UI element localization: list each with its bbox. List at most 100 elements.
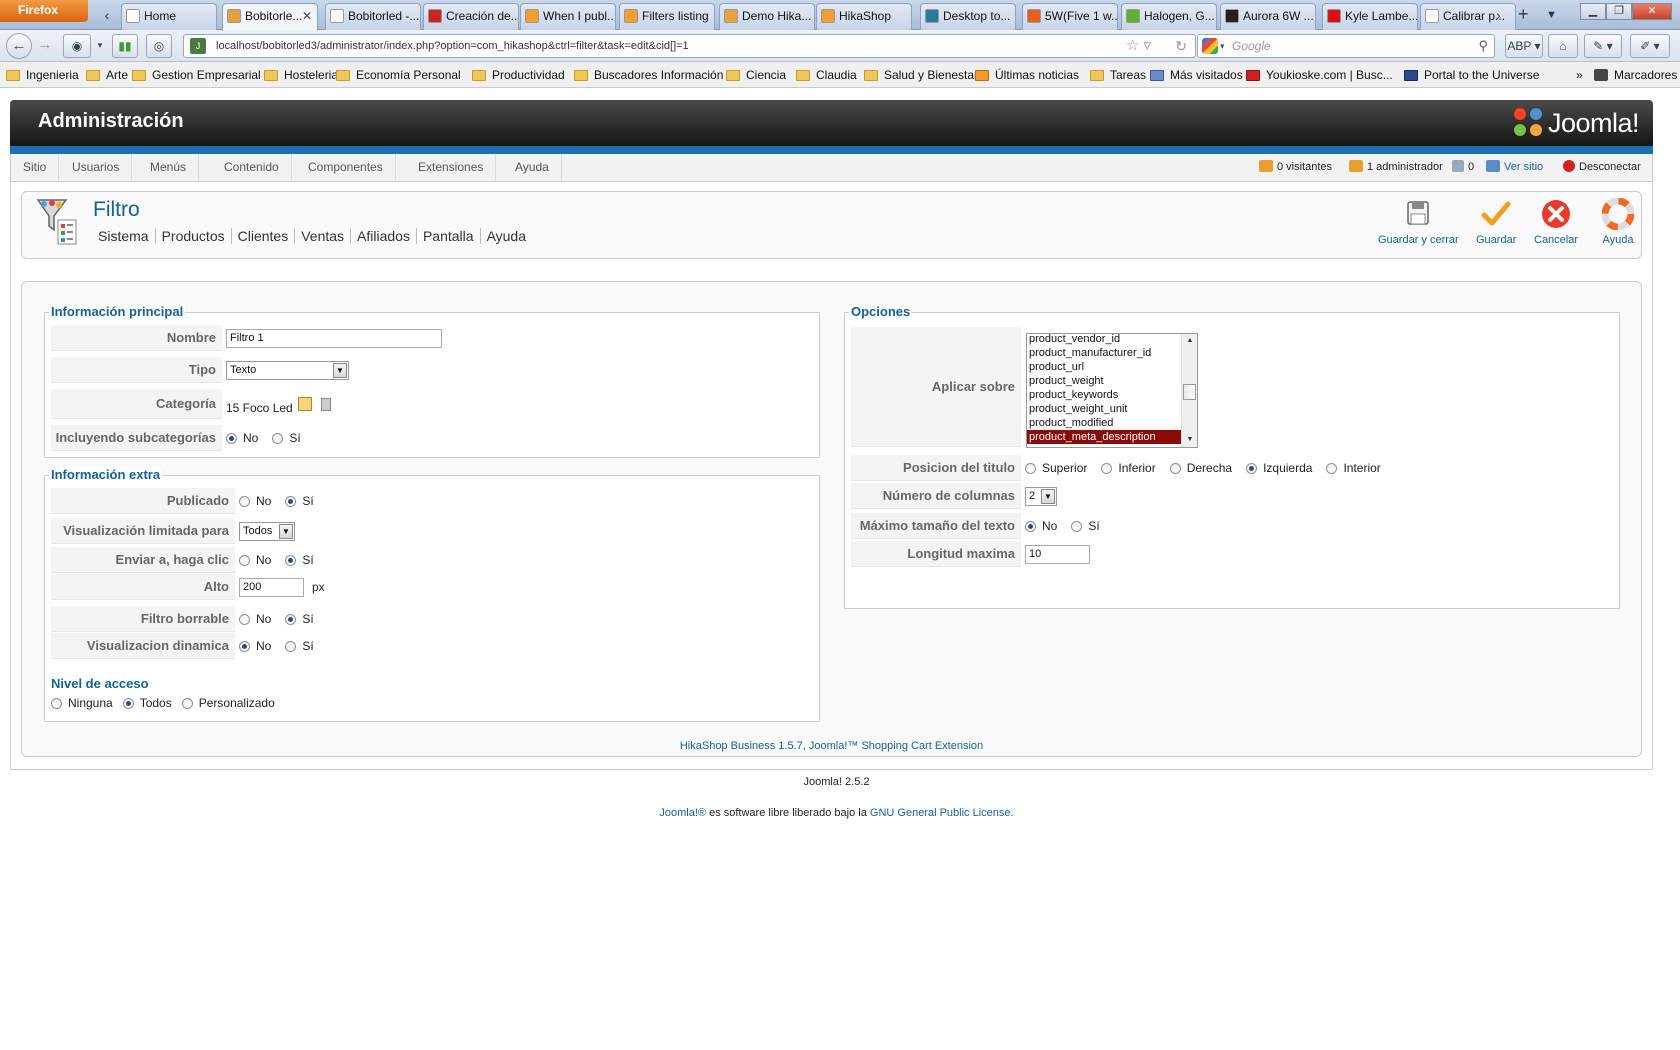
google-icon[interactable] — [1202, 38, 1218, 54]
send-yes-label[interactable]: Sí — [302, 553, 313, 567]
published-no-label[interactable]: No — [256, 494, 271, 508]
list-all-tabs-icon[interactable]: ▼ — [1546, 4, 1557, 26]
new-tab-button[interactable]: + — [1518, 3, 1529, 25]
pos-superior-radio[interactable] — [1025, 462, 1036, 474]
send-yes-radio[interactable] — [285, 554, 297, 566]
max-size-yes-radio[interactable] — [1071, 520, 1083, 532]
limited-select[interactable]: Todos ▼ — [239, 521, 295, 541]
screenshot-icon[interactable]: ◎ — [146, 34, 172, 58]
max-size-no-radio[interactable] — [1025, 520, 1036, 532]
listbox-option[interactable]: product_weight — [1027, 374, 1182, 388]
bookmark-item[interactable]: Buscadores Información — [574, 62, 723, 88]
pos-interior-radio[interactable] — [1326, 462, 1338, 474]
listbox-option[interactable]: product_meta_description — [1027, 430, 1182, 444]
forward-button[interactable]: → — [32, 33, 58, 59]
bookmark-item[interactable]: Gestion Empresarial — [132, 62, 261, 88]
deletable-no-radio[interactable] — [239, 613, 250, 625]
search-input[interactable]: Google — [1232, 35, 1271, 57]
listbox-option[interactable]: product_manufacturer_id — [1027, 346, 1182, 360]
bookmark-item[interactable]: Youkioske.com | Busc... — [1246, 62, 1393, 88]
browser-tab[interactable]: Bobitorle... ✕ — [222, 3, 318, 31]
subcategories-no-label[interactable]: No — [243, 431, 258, 445]
cancel-button[interactable]: Cancelar — [1534, 198, 1578, 246]
pos-inferior-label[interactable]: Inferior — [1118, 461, 1155, 475]
browser-tab[interactable]: When I publ... — [520, 3, 616, 30]
bookmarks-menu-button[interactable]: Marcadores — [1594, 62, 1677, 88]
bookmark-item[interactable]: Ciencia — [726, 62, 786, 88]
browser-tab[interactable]: Desktop to... — [920, 3, 1016, 30]
addon-icon[interactable]: ◉ — [63, 34, 91, 58]
window-close-button[interactable]: ✕ — [1632, 3, 1672, 20]
listbox-option[interactable]: product_modified — [1027, 416, 1182, 430]
listbox-option[interactable]: product_weight_unit — [1027, 402, 1182, 416]
view-site-link[interactable]: Ver sitio — [1486, 154, 1543, 181]
dynamic-no-radio[interactable] — [239, 640, 250, 652]
scroll-down-icon[interactable]: ▼ — [1182, 433, 1197, 447]
browser-tab[interactable]: Filters listing — [619, 3, 715, 30]
type-select[interactable]: Texto ▼ — [226, 360, 349, 380]
columns-select[interactable]: 2 ▼ — [1025, 486, 1057, 506]
dynamic-no-label[interactable]: No — [256, 639, 271, 653]
bookmark-item[interactable]: Productividad — [472, 62, 565, 88]
submenu-item[interactable]: Ventas — [295, 228, 352, 244]
messages-status[interactable]: 0 — [1452, 154, 1474, 181]
menu-item[interactable]: Ayuda — [503, 154, 562, 181]
browser-tab[interactable]: Demo Hika... — [719, 3, 815, 30]
url-bar[interactable]: J localhost/bobitorled3/administrator/in… — [183, 34, 1196, 58]
bookmark-item[interactable]: Ingenieria — [6, 62, 79, 88]
browser-tab[interactable]: 5W(Five 1 w... — [1022, 3, 1118, 30]
send-no-radio[interactable] — [239, 554, 250, 566]
save-button[interactable]: Guardar — [1476, 198, 1516, 246]
submenu-item[interactable]: Productos — [156, 228, 232, 244]
published-yes-radio[interactable] — [285, 495, 297, 507]
bookmark-item[interactable]: Hosteleria — [264, 62, 338, 88]
joomla-link[interactable]: Joomla!® — [659, 807, 706, 819]
pos-inferior-radio[interactable] — [1101, 462, 1113, 474]
max-size-no-label[interactable]: No — [1042, 519, 1057, 533]
listbox-option[interactable]: product_vendor_id — [1027, 334, 1182, 346]
help-button[interactable]: Ayuda — [1601, 197, 1635, 246]
access-custom-radio[interactable] — [181, 697, 193, 709]
access-all-radio[interactable] — [122, 697, 134, 709]
bookmark-item[interactable]: Claudia — [796, 62, 857, 88]
submenu-item[interactable]: Pantalla — [417, 228, 481, 244]
pos-derecha-radio[interactable] — [1169, 462, 1181, 474]
url-text[interactable]: localhost/bobitorled3/administrator/inde… — [216, 35, 689, 57]
pos-superior-label[interactable]: Superior — [1042, 461, 1087, 475]
save-close-button[interactable]: Guardar y cerrar — [1378, 198, 1459, 246]
listbox-option[interactable]: product_keywords — [1027, 388, 1182, 402]
deletable-no-label[interactable]: No — [256, 612, 271, 626]
submenu-item[interactable]: Ayuda — [481, 228, 532, 244]
browser-tab[interactable]: Aurora 6W ... — [1220, 3, 1316, 30]
reload-icon[interactable]: ↻ — [1175, 35, 1187, 57]
bookmark-star-icon[interactable]: ☆ ▿ — [1126, 35, 1151, 57]
menu-item[interactable]: Menús — [138, 154, 200, 181]
bookmark-item[interactable]: Salud y Bienestar — [864, 62, 978, 88]
submenu-item[interactable]: Clientes — [232, 228, 296, 244]
published-yes-label[interactable]: Sí — [302, 494, 313, 508]
height-input[interactable]: 200 — [239, 577, 304, 597]
submenu-item[interactable]: Afiliados — [351, 228, 417, 244]
menu-item[interactable]: Componentes — [296, 154, 396, 181]
bookmark-item[interactable]: Más visitados — [1150, 62, 1243, 88]
dynamic-yes-label[interactable]: Sí — [302, 639, 313, 653]
menu-item[interactable]: Sitio — [11, 154, 60, 181]
tab-scroll-left-icon[interactable]: ‹ — [97, 4, 117, 26]
submenu-item[interactable]: Sistema — [98, 228, 156, 244]
scroll-up-icon[interactable]: ▲ — [1182, 334, 1197, 348]
name-input[interactable]: Filtro 1 — [226, 328, 442, 348]
deletable-yes-label[interactable]: Sí — [302, 612, 313, 626]
pos-izquierda-label[interactable]: Izquierda — [1263, 461, 1312, 475]
pos-izquierda-radio[interactable] — [1246, 462, 1258, 474]
pos-interior-label[interactable]: Interior — [1343, 461, 1380, 475]
subcategories-yes-radio[interactable] — [272, 432, 284, 444]
deletable-yes-radio[interactable] — [285, 613, 297, 625]
tab-scroll-right-icon[interactable]: › — [1496, 4, 1501, 26]
stats-icon[interactable]: ▮▮ — [112, 34, 138, 58]
apply-on-listbox[interactable]: product_vendor_id product_manufacturer_id… — [1026, 333, 1198, 448]
bookmark-item[interactable]: Arte — [86, 62, 128, 88]
dropdown-arrow-icon[interactable]: ▾ — [94, 34, 106, 58]
dynamic-yes-radio[interactable] — [285, 640, 297, 652]
extension-icon[interactable]: ✎ ▾ — [1584, 34, 1622, 58]
search-engine-dropdown-icon[interactable]: ▾ — [1220, 35, 1225, 57]
